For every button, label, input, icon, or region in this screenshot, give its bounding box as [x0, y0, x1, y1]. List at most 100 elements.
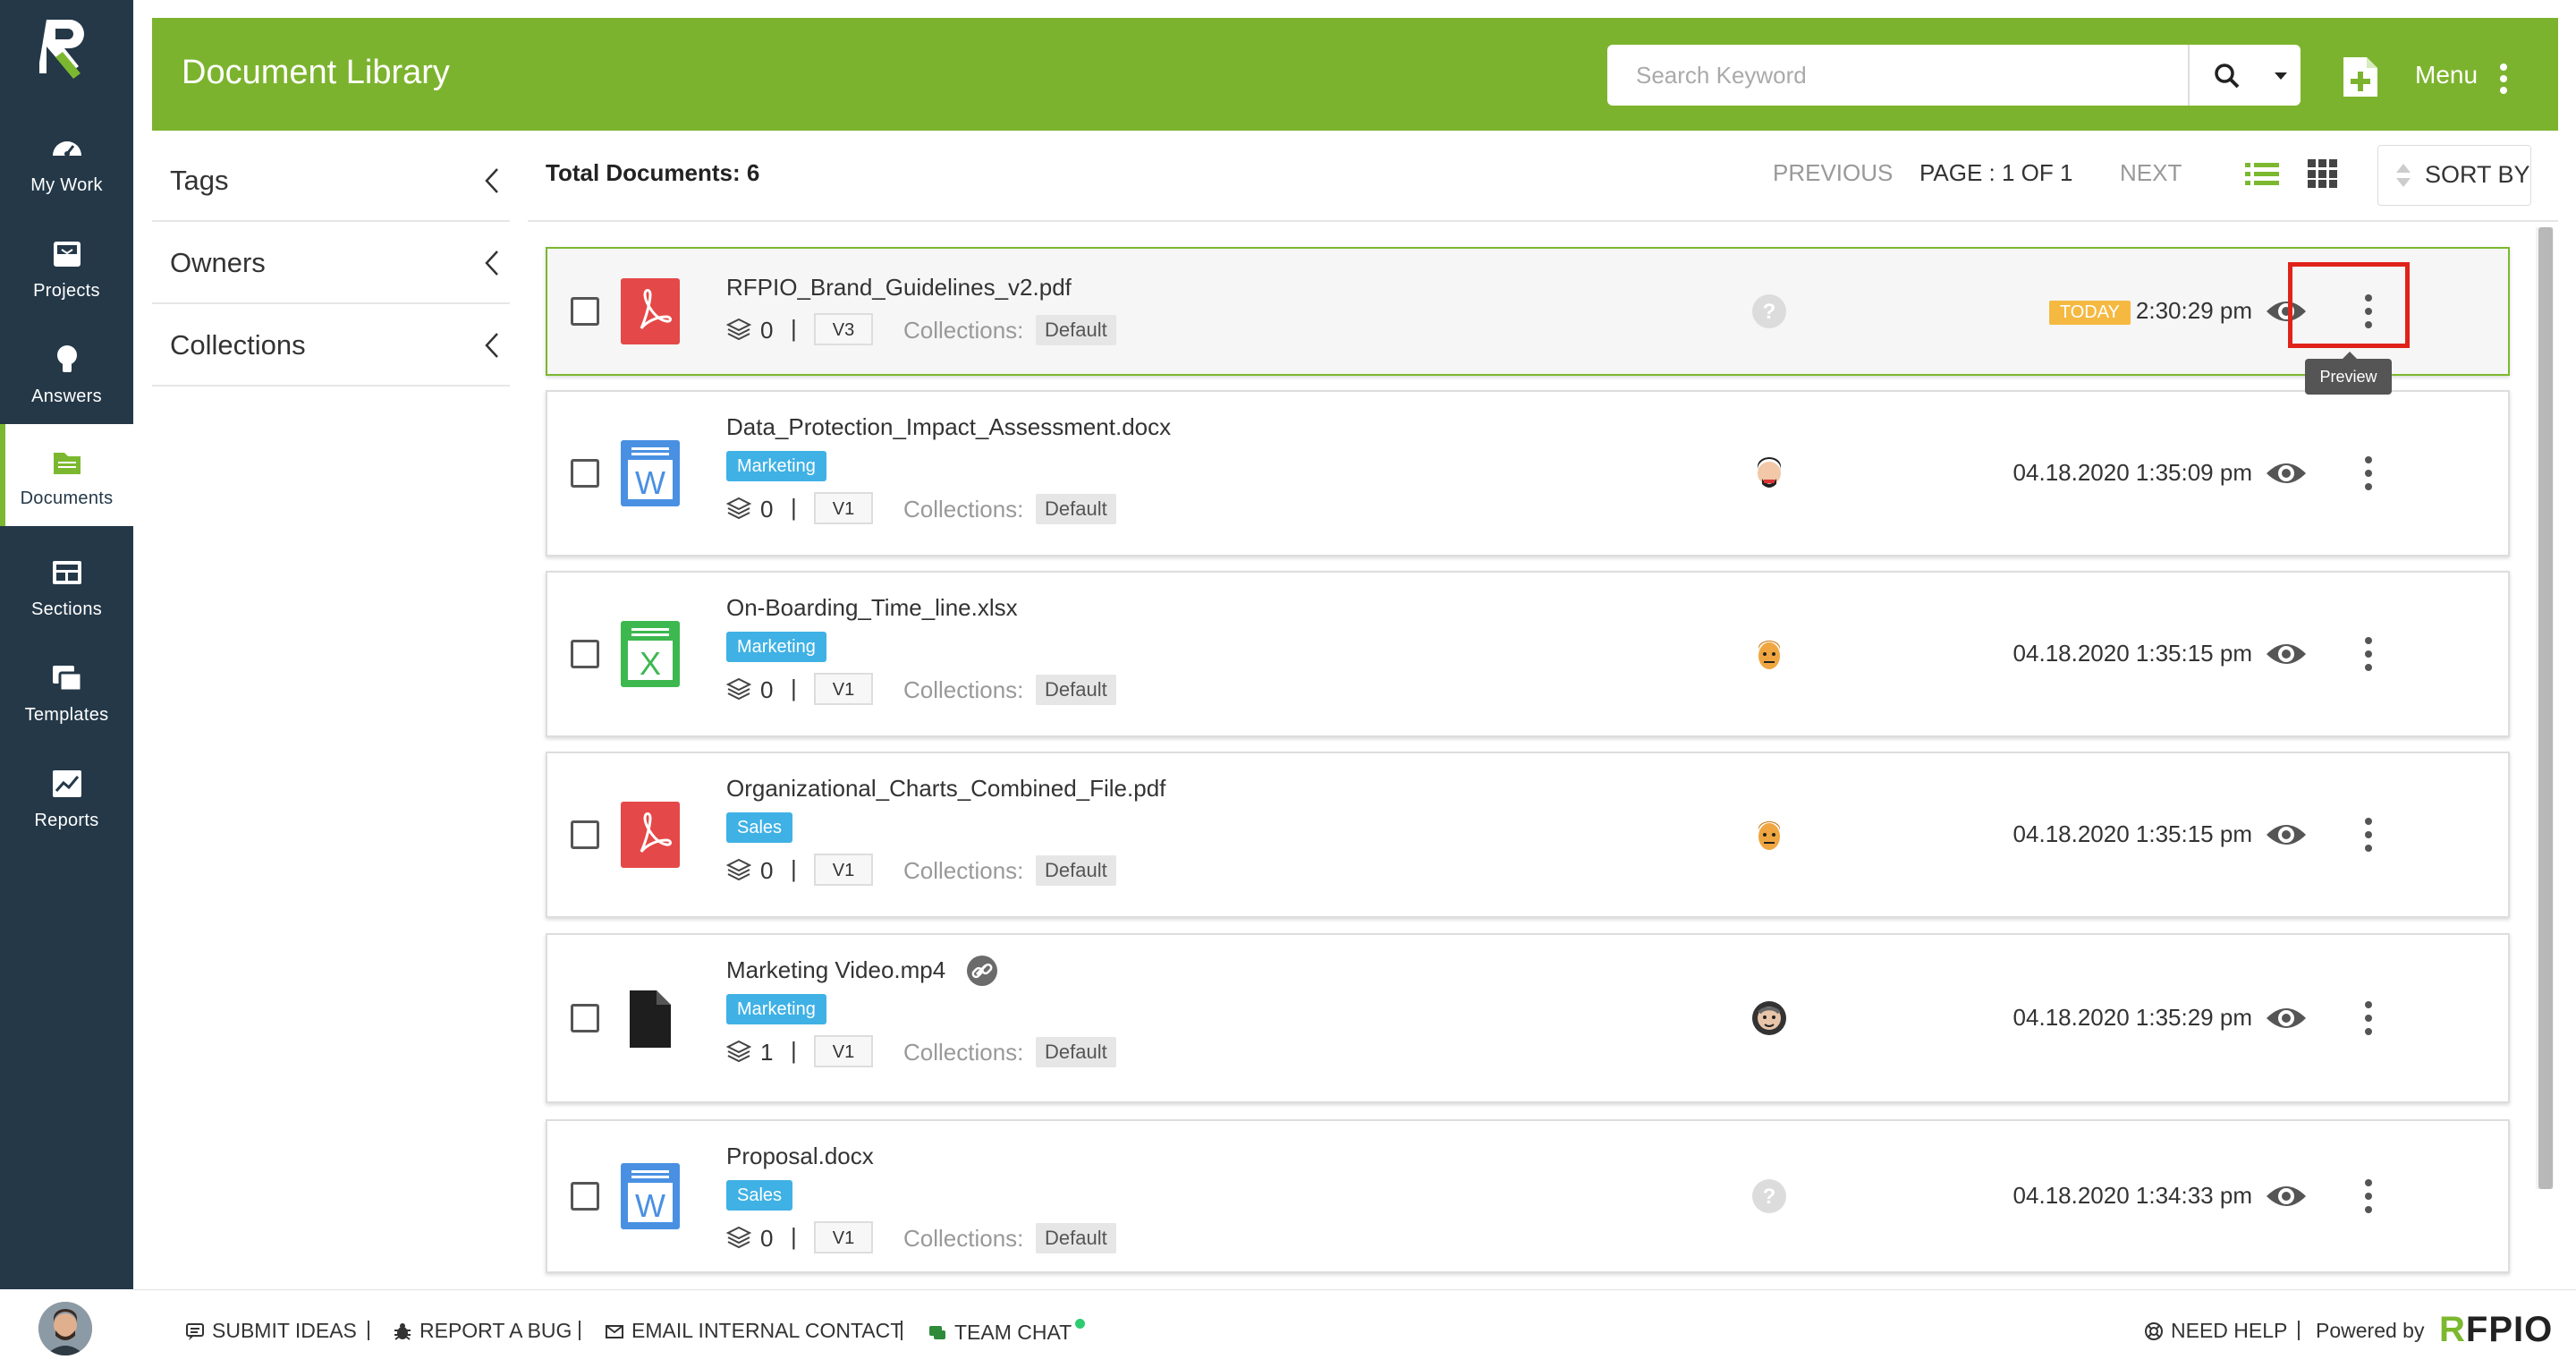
preview-eye-icon[interactable] — [2265, 452, 2308, 495]
footer-separator: | — [2296, 1317, 2301, 1340]
document-row[interactable]: X On-Boarding_Time_line.xlsx Marketing 0 |… — [546, 571, 2510, 737]
report-bug-link[interactable]: REPORT A BUG — [393, 1319, 572, 1343]
row-checkbox[interactable] — [571, 640, 599, 668]
svg-text:W: W — [635, 464, 665, 501]
search-input[interactable] — [1607, 45, 2144, 106]
preview-eye-icon[interactable] — [2265, 813, 2308, 856]
nav-answers[interactable]: Answers — [0, 322, 133, 424]
owner-avatar-icon[interactable] — [1751, 1000, 1787, 1036]
filter-tags[interactable]: Tags — [152, 140, 510, 222]
layers-icon — [725, 317, 752, 342]
timestamp: 04.18.2020 1:34:33 pm — [2012, 1182, 2252, 1209]
collection-chip[interactable]: Default — [1036, 494, 1116, 524]
search-dropdown-caret-icon[interactable] — [2273, 70, 2289, 82]
row-checkbox[interactable] — [571, 297, 599, 326]
version-badge[interactable]: V1 — [814, 492, 873, 524]
filter-owners[interactable]: Owners — [152, 222, 510, 304]
row-checkbox[interactable] — [571, 1004, 599, 1032]
row-checkbox[interactable] — [571, 1182, 599, 1211]
collection-chip[interactable]: Default — [1036, 1223, 1116, 1253]
document-tag[interactable]: Marketing — [726, 632, 826, 662]
document-tag[interactable]: Sales — [726, 1180, 793, 1211]
nav-my-work[interactable]: My Work — [0, 111, 133, 213]
list-view-icon[interactable] — [2245, 161, 2279, 188]
row-more-options-icon[interactable] — [2363, 1000, 2374, 1036]
version-badge[interactable]: V1 — [814, 854, 873, 886]
submit-ideas-label: SUBMIT IDEAS — [212, 1319, 357, 1342]
row-more-options-icon[interactable] — [2363, 455, 2374, 491]
rfpio-logo-icon[interactable] — [39, 16, 93, 81]
document-meta: 0 | V1 Collections: Default — [725, 1221, 1263, 1257]
version-badge[interactable]: V3 — [814, 313, 873, 345]
preview-eye-icon[interactable] — [2265, 997, 2308, 1040]
document-tag[interactable]: Marketing — [726, 451, 826, 481]
nav-projects[interactable]: Projects — [0, 217, 133, 319]
row-checkbox[interactable] — [571, 459, 599, 488]
vertical-dots-icon[interactable] — [2499, 63, 2508, 95]
document-name[interactable]: Organizational_Charts_Combined_File.pdf — [726, 775, 1165, 803]
document-name[interactable]: RFPIO_Brand_Guidelines_v2.pdf — [726, 274, 1072, 302]
powered-by-label: Powered by — [2316, 1319, 2425, 1342]
need-help-link[interactable]: NEED HELP — [2144, 1319, 2287, 1343]
unknown-owner-icon[interactable]: ? — [1751, 293, 1787, 329]
file-icon — [619, 983, 682, 1053]
scrollbar-thumb[interactable] — [2538, 227, 2553, 1189]
collection-chip[interactable]: Default — [1036, 315, 1116, 345]
document-row[interactable]: Marketing Video.mp4 Marketing 1 | V1 Coll… — [546, 933, 2510, 1103]
row-more-options-icon[interactable] — [2363, 1178, 2374, 1214]
preview-eye-icon[interactable] — [2265, 633, 2308, 676]
owner-avatar-icon[interactable] — [1751, 455, 1787, 491]
document-row[interactable]: W Data_Protection_Impact_Assessment.docx M… — [546, 390, 2510, 557]
collections-label: Collections: — [903, 1225, 1024, 1252]
preview-eye-icon[interactable] — [2265, 1175, 2308, 1218]
nav-documents[interactable]: Documents — [0, 424, 133, 526]
document-name[interactable]: Proposal.docx — [726, 1143, 874, 1170]
document-name[interactable]: Data_Protection_Impact_Assessment.docx — [726, 413, 1171, 441]
owner-avatar-icon[interactable] — [1751, 817, 1787, 853]
next-page-button[interactable]: NEXT — [2120, 159, 2182, 187]
previous-page-button[interactable]: PREVIOUS — [1773, 159, 1893, 187]
meta-separator: | — [791, 315, 797, 342]
nav-reports[interactable]: Reports — [0, 746, 133, 848]
row-checkbox[interactable] — [571, 820, 599, 849]
add-document-icon[interactable] — [2340, 55, 2381, 98]
footer-separator: | — [899, 1317, 904, 1340]
avatar[interactable] — [38, 1302, 92, 1355]
sort-by-button[interactable]: SORT BY — [2377, 145, 2531, 206]
version-badge[interactable]: V1 — [814, 673, 873, 705]
document-name[interactable]: Marketing Video.mp4 — [726, 956, 945, 984]
search-icon[interactable] — [2214, 63, 2241, 89]
document-tag[interactable]: Marketing — [726, 994, 826, 1024]
user-profile[interactable] — [0, 1289, 134, 1367]
filter-label: Collections — [170, 329, 306, 361]
total-documents-count: 6 — [746, 159, 760, 186]
document-row[interactable]: Organizational_Charts_Combined_File.pdf S… — [546, 752, 2510, 918]
header-bar: Document Library Menu — [152, 18, 2558, 131]
document-tag[interactable]: Sales — [726, 812, 793, 843]
link-icon[interactable] — [966, 955, 998, 991]
footer: SUBMIT IDEAS | REPORT A BUG | EMAIL INTE… — [133, 1289, 2576, 1368]
version-badge[interactable]: V1 — [814, 1035, 873, 1067]
brand-rest: FPIO — [2465, 1310, 2554, 1349]
docx-file-icon: W — [619, 438, 682, 508]
version-badge[interactable]: V1 — [814, 1221, 873, 1253]
collection-chip[interactable]: Default — [1036, 1037, 1116, 1067]
document-row[interactable]: W Proposal.docx Sales 0 | V1 Collections: … — [546, 1119, 2510, 1273]
unknown-owner-icon[interactable]: ? — [1751, 1178, 1787, 1214]
filter-collections[interactable]: Collections — [152, 304, 510, 387]
nav-label: Templates — [24, 705, 109, 725]
document-row[interactable]: RFPIO_Brand_Guidelines_v2.pdf 0 | V3 Col… — [546, 247, 2510, 376]
grid-view-icon[interactable] — [2308, 159, 2338, 188]
submit-ideas-link[interactable]: SUBMIT IDEAS — [185, 1319, 357, 1343]
nav-templates[interactable]: Templates — [0, 641, 133, 743]
collection-chip[interactable]: Default — [1036, 675, 1116, 705]
team-chat-link[interactable]: TEAM CHAT — [928, 1319, 1086, 1345]
row-more-options-icon[interactable] — [2363, 636, 2374, 672]
collection-chip[interactable]: Default — [1036, 855, 1116, 886]
owner-avatar-icon[interactable] — [1751, 636, 1787, 672]
row-more-options-icon[interactable] — [2363, 817, 2374, 853]
nav-sections[interactable]: Sections — [0, 535, 133, 637]
email-contact-link[interactable]: EMAIL INTERNAL CONTACT — [605, 1319, 902, 1343]
document-name[interactable]: On-Boarding_Time_line.xlsx — [726, 594, 1018, 622]
menu-label[interactable]: Menu — [2415, 61, 2478, 89]
